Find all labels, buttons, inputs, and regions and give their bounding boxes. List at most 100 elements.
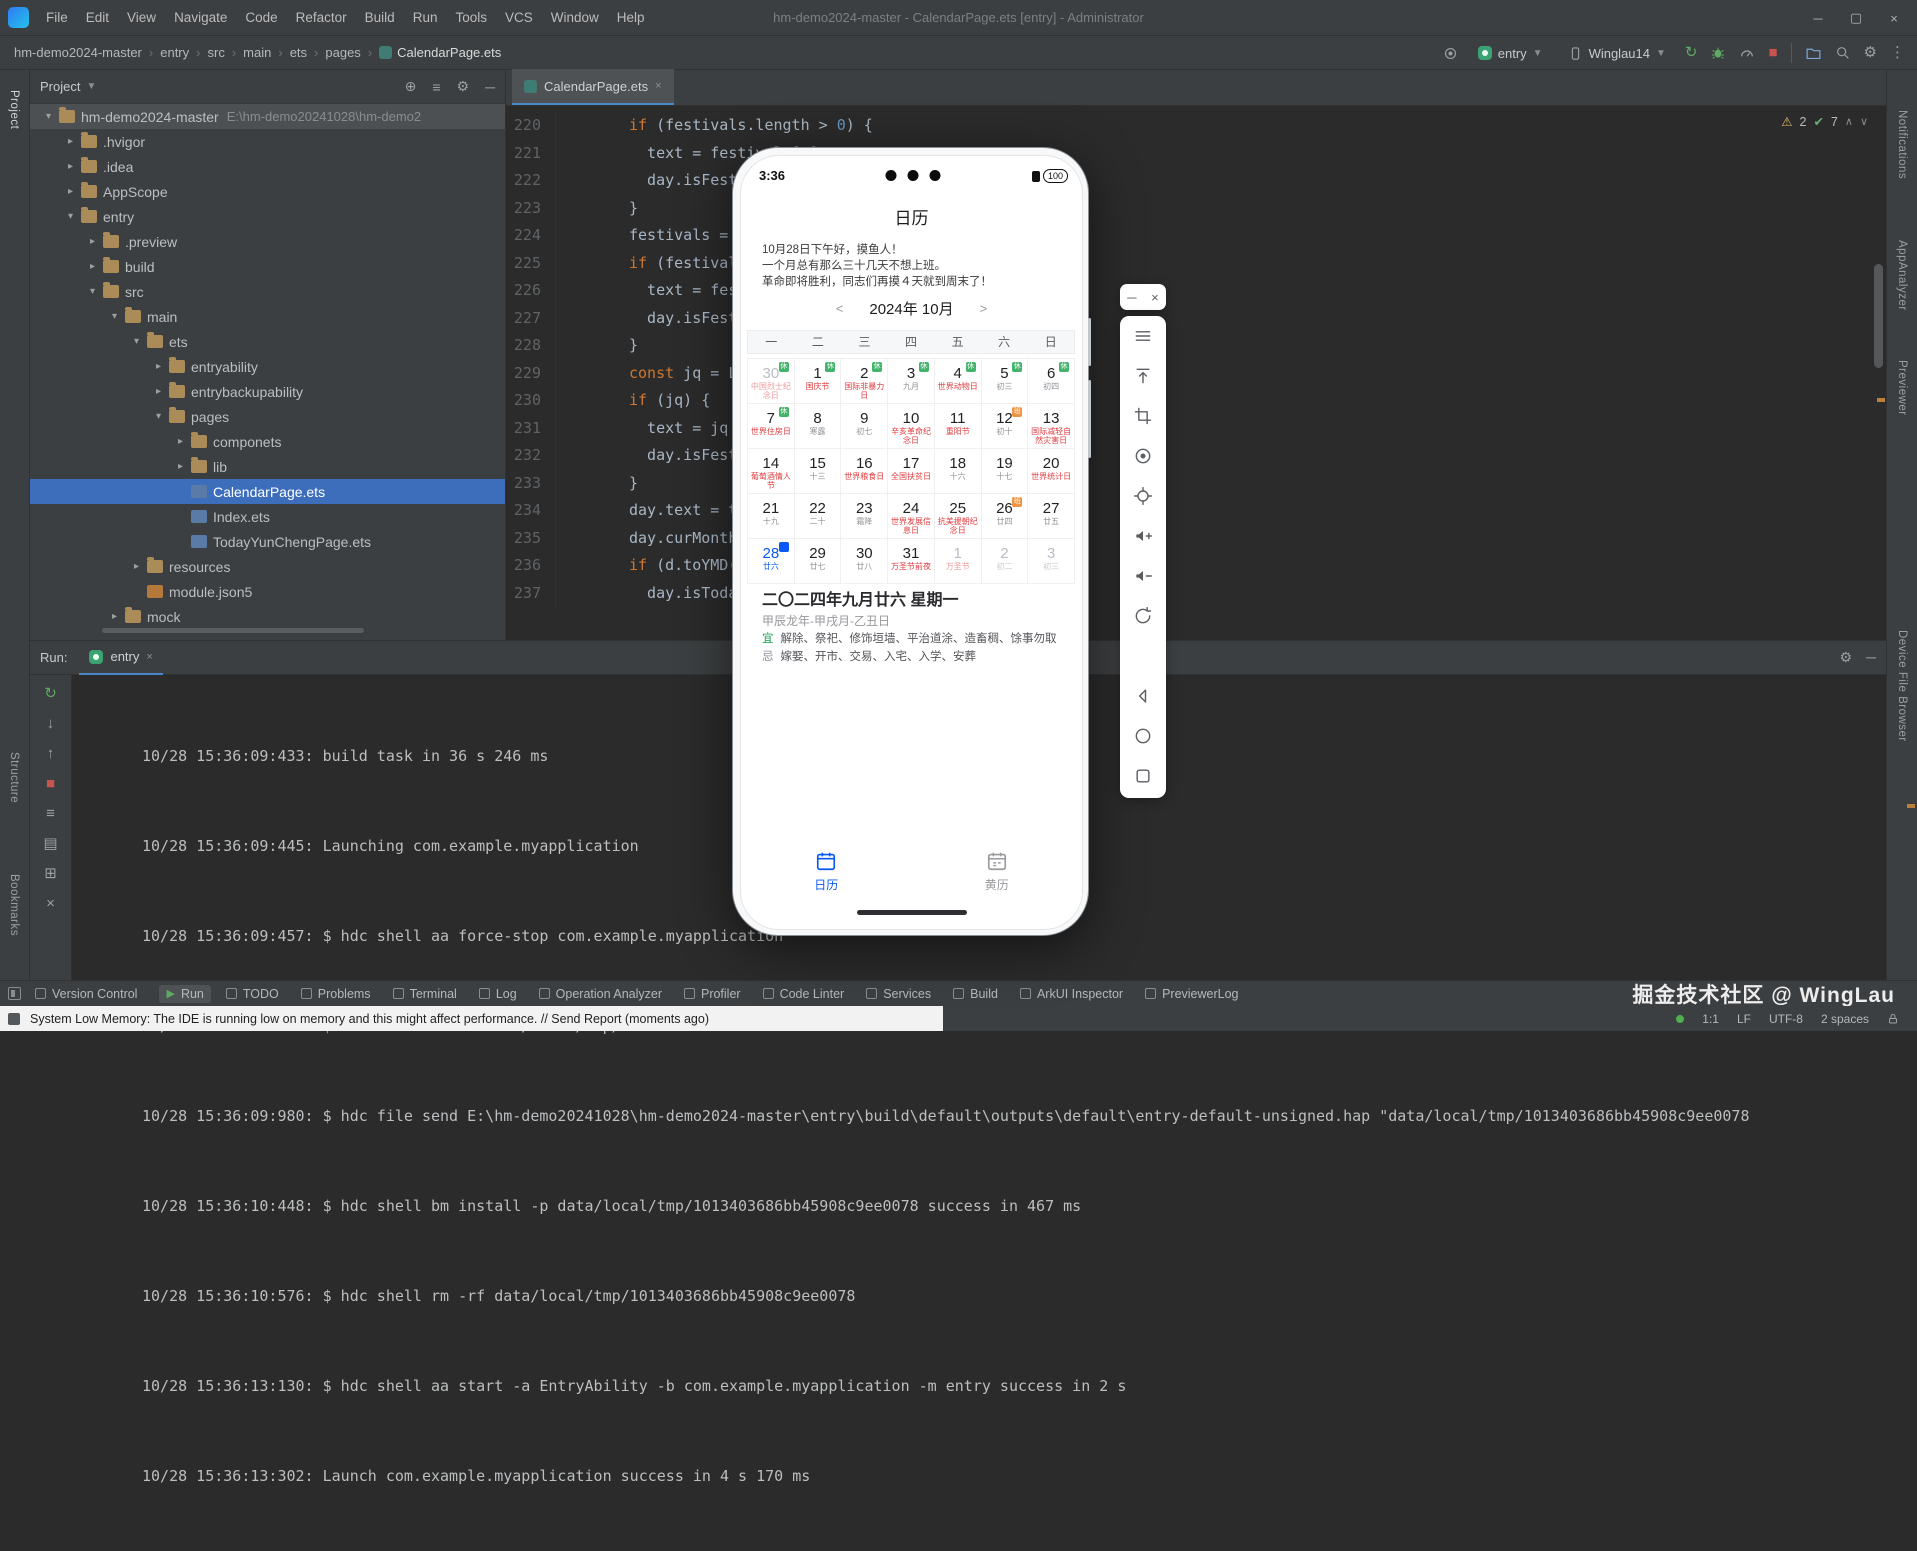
code-editor[interactable]: 220if (festivals.length > 0) { 221 text …: [506, 106, 1886, 640]
statusbar-todo[interactable]: TODO: [226, 987, 279, 1001]
locate-icon[interactable]: [1133, 476, 1153, 516]
statusbar-services[interactable]: Services: [866, 987, 931, 1001]
device-manager-icon[interactable]: [1442, 45, 1459, 62]
next-month-button[interactable]: >: [980, 301, 988, 316]
menu-item-refactor[interactable]: Refactor: [287, 0, 356, 36]
hide-panel-icon[interactable]: ─: [485, 79, 495, 95]
calendar-day[interactable]: 休30中国烈士纪念日: [748, 359, 795, 404]
scroll-up-icon[interactable]: ↑: [47, 743, 55, 764]
volume-up-icon[interactable]: [1133, 516, 1153, 556]
editor-scrollbar[interactable]: [1874, 264, 1883, 368]
tree-item-preview[interactable]: ▸.preview: [30, 229, 505, 254]
line-ending[interactable]: LF: [1737, 1012, 1751, 1026]
nav-home-icon[interactable]: [1133, 716, 1153, 756]
tree-item-calendarpage[interactable]: CalendarPage.ets: [30, 479, 505, 504]
toolwindow-structure[interactable]: Structure: [8, 752, 20, 803]
toolwindow-project[interactable]: Project: [8, 90, 20, 129]
menu-item-run[interactable]: Run: [404, 0, 447, 36]
toolwindow-bookmarks[interactable]: Bookmarks: [8, 874, 20, 936]
maximize-button[interactable]: ▢: [1837, 10, 1875, 26]
clear-console-icon[interactable]: ×: [46, 893, 55, 914]
close-button[interactable]: ×: [1875, 11, 1913, 26]
toolwindow-previewer[interactable]: Previewer: [1896, 360, 1908, 416]
calendar-day[interactable]: 休5初三: [982, 359, 1029, 404]
tree-item-pages[interactable]: ▾pages: [30, 404, 505, 429]
breadcrumb-item[interactable]: src: [207, 45, 224, 60]
tab-calendarpage[interactable]: CalendarPage.ets ×: [512, 69, 674, 105]
statusbar-version-control[interactable]: Version Control: [35, 987, 137, 1001]
home-indicator[interactable]: [857, 910, 967, 915]
tree-item-todayyunchengpage[interactable]: TodayYunChengPage.ets: [30, 529, 505, 554]
calendar-day[interactable]: 25抗美援朝纪念日: [935, 494, 982, 539]
tree-item-lib[interactable]: ▸lib: [30, 454, 505, 479]
toolwindow-notifications[interactable]: Notifications: [1896, 110, 1908, 179]
tree-item-index[interactable]: Index.ets: [30, 504, 505, 529]
tree-item-idea[interactable]: ▸.idea: [30, 154, 505, 179]
calendar-day[interactable]: 30廿八: [841, 539, 888, 584]
screen-record-icon[interactable]: [1133, 436, 1153, 476]
calendar-day[interactable]: 13国际减轻自然灾害日: [1028, 404, 1075, 449]
calendar-day[interactable]: 14葡萄酒情人节: [748, 449, 795, 494]
profiler-icon[interactable]: [1739, 45, 1755, 61]
tab-almanac[interactable]: 黄历: [912, 844, 1083, 906]
tree-item-componets[interactable]: ▸componets: [30, 429, 505, 454]
menu-item-build[interactable]: Build: [356, 0, 404, 36]
run-settings-gear-icon[interactable]: ⚙: [1840, 649, 1853, 666]
calendar-day[interactable]: 19十七: [982, 449, 1029, 494]
menu-item-window[interactable]: Window: [542, 0, 608, 36]
menu-item-navigate[interactable]: Navigate: [165, 0, 236, 36]
breadcrumb-item[interactable]: main: [243, 45, 271, 60]
panel-settings-gear-icon[interactable]: ⚙: [457, 78, 470, 95]
hide-panel-icon[interactable]: ─: [1866, 649, 1876, 666]
calendar-day[interactable]: 17全国扶贫日: [888, 449, 935, 494]
device-select[interactable]: Winglau14▼: [1562, 43, 1672, 64]
menu-item-edit[interactable]: Edit: [77, 0, 118, 36]
toolwindow-appanalyzer[interactable]: AppAnalyzer: [1896, 240, 1908, 311]
menu-item-vcs[interactable]: VCS: [496, 0, 542, 36]
tree-item-entry[interactable]: ▾entry: [30, 204, 505, 229]
breadcrumb-item[interactable]: pages: [325, 45, 360, 60]
calendar-day[interactable]: 23霜降: [841, 494, 888, 539]
emulator-close-button[interactable]: ×: [1151, 290, 1159, 305]
calendar-day[interactable]: 3初三: [1028, 539, 1075, 584]
calendar-day[interactable]: 24世界发展信息日: [888, 494, 935, 539]
tree-item-ets[interactable]: ▾ets: [30, 329, 505, 354]
statusbar-previewerlog[interactable]: PreviewerLog: [1145, 987, 1238, 1001]
scroll-down-icon[interactable]: ↓: [47, 713, 55, 734]
calendar-day[interactable]: 27廿五: [1028, 494, 1075, 539]
calendar-day[interactable]: 休4世界动物日: [935, 359, 982, 404]
menu-item-view[interactable]: View: [118, 0, 165, 36]
statusbar-problems[interactable]: Problems: [301, 987, 371, 1001]
rerun-icon[interactable]: ↻: [1685, 36, 1698, 70]
run-config-select[interactable]: entry▼: [1472, 43, 1549, 64]
rerun-icon[interactable]: ↻: [44, 683, 57, 704]
pin-icon[interactable]: ⊞: [44, 863, 57, 884]
calendar-day[interactable]: 10辛亥革命纪念日: [888, 404, 935, 449]
tab-calendar[interactable]: 日历: [741, 844, 912, 906]
lock-icon[interactable]: [1887, 1013, 1899, 1025]
calendar-day[interactable]: 班26廿四: [982, 494, 1029, 539]
scroll-top-icon[interactable]: [1133, 356, 1153, 396]
tree-item-main[interactable]: ▾main: [30, 304, 505, 329]
tree-item-src[interactable]: ▾src: [30, 279, 505, 304]
calendar-day[interactable]: 20世界统计日: [1028, 449, 1075, 494]
close-tab-icon[interactable]: ×: [146, 651, 152, 663]
settings-gear-icon[interactable]: ⚙: [1864, 36, 1877, 70]
tree-item-build[interactable]: ▸build: [30, 254, 505, 279]
calendar-day[interactable]: 15十三: [795, 449, 842, 494]
tree-item-root[interactable]: ▾hm-demo2024-masterE:\hm-demo20241028\hm…: [30, 104, 505, 129]
soft-wrap-icon[interactable]: ≡: [46, 803, 55, 824]
calendar-day[interactable]: 8寒露: [795, 404, 842, 449]
menu-item-help[interactable]: Help: [608, 0, 654, 36]
toolwindow-device-file-browser[interactable]: Device File Browser: [1896, 630, 1908, 742]
statusbar-run[interactable]: ▶Run: [159, 985, 210, 1003]
stop-icon[interactable]: ■: [46, 773, 55, 794]
run-tab-entry[interactable]: entry ×: [79, 641, 162, 675]
breadcrumb-item[interactable]: entry: [160, 45, 189, 60]
calendar-day[interactable]: 22二十: [795, 494, 842, 539]
tree-item-modulejson5[interactable]: module.json5: [30, 579, 505, 604]
calendar-day[interactable]: 16世界粮食日: [841, 449, 888, 494]
calendar-day[interactable]: 休2国际非暴力日: [841, 359, 888, 404]
prev-month-button[interactable]: <: [836, 301, 844, 316]
debug-icon[interactable]: [1710, 45, 1726, 61]
